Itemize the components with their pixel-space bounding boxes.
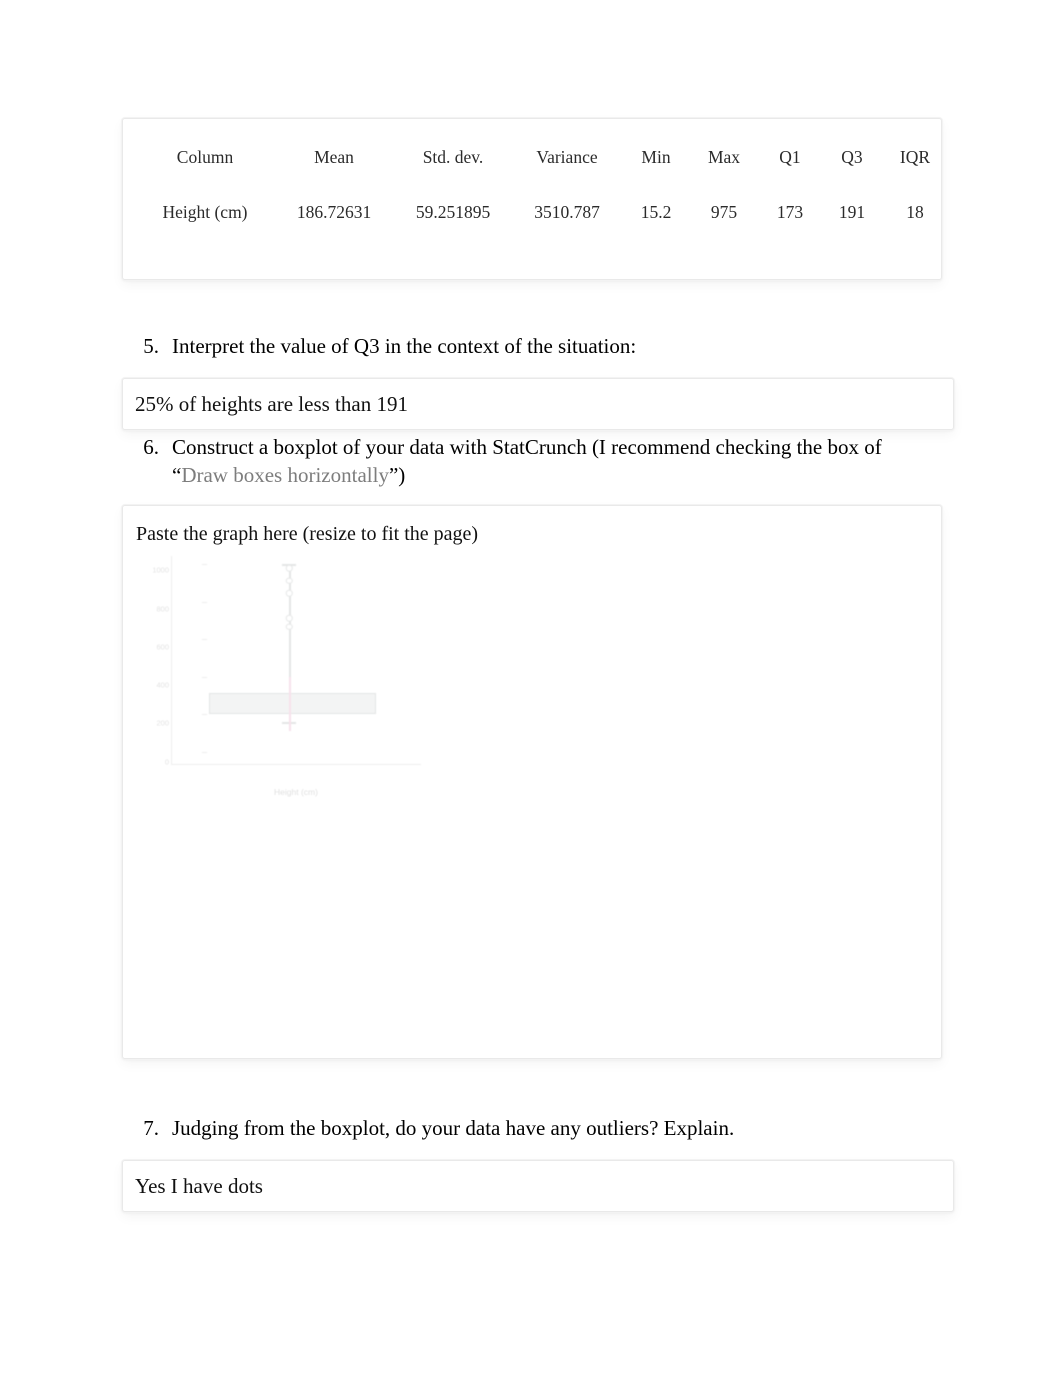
- question-7: 7. Judging from the boxplot, do your dat…: [125, 1114, 925, 1142]
- boxplot-chart: 1000 800 600 400 200 0 Height (cm): [137, 550, 427, 805]
- boxplot-outlier-point: [285, 623, 293, 630]
- cell-q3: 191: [838, 202, 866, 222]
- question-7-number: 7.: [143, 1116, 159, 1140]
- cell-mean: 186.72631: [296, 202, 372, 222]
- boxplot-plot-area: [171, 556, 421, 765]
- y-tick-mark: [202, 601, 207, 603]
- y-axis-tick-label: 800: [156, 604, 169, 614]
- answer-field-question-5[interactable]: 25% of heights are less than 191: [122, 378, 954, 430]
- question-6-text: Construct a boxplot of your data with St…: [172, 433, 925, 489]
- y-tick-mark: [202, 639, 207, 641]
- document-page: Column Mean Std. dev. Variance Min Max Q…: [0, 0, 1062, 1376]
- column-header-column: Column: [176, 147, 234, 167]
- column-header-std-dev: Std. dev.: [422, 147, 484, 167]
- y-axis-tick-label: 1000: [152, 565, 169, 575]
- boxplot-outlier-point: [285, 590, 293, 597]
- cell-max: 975: [710, 202, 738, 222]
- graph-prompt-label: Paste the graph here (resize to fit the …: [136, 523, 479, 545]
- answer-5-text: 25% of heights are less than 191: [135, 392, 408, 416]
- question-6-option-label: Draw boxes horizontally: [181, 463, 389, 487]
- column-header-min: Min: [641, 147, 671, 167]
- boxplot-median-line: [289, 676, 292, 731]
- boxplot-box: [209, 693, 376, 714]
- y-tick-mark: [202, 676, 207, 678]
- answer-field-question-7[interactable]: Yes I have dots: [122, 1160, 954, 1212]
- graph-paste-container[interactable]: Paste the graph here (resize to fit the …: [122, 505, 942, 1059]
- summary-statistics-container[interactable]: Column Mean Std. dev. Variance Min Max Q…: [122, 118, 942, 280]
- question-5-number: 5.: [143, 334, 159, 358]
- y-tick-mark: [202, 751, 207, 753]
- y-axis-tick-label: 600: [156, 642, 169, 652]
- column-header-iqr: IQR: [899, 147, 931, 167]
- cell-column: Height (cm): [162, 202, 248, 222]
- cell-min: 15.2: [640, 202, 672, 222]
- answer-7-text: Yes I have dots: [135, 1174, 263, 1198]
- question-7-text: Judging from the boxplot, do your data h…: [172, 1116, 735, 1140]
- question-6: 6. Construct a boxplot of your data with…: [125, 433, 925, 489]
- boxplot-outlier-point: [285, 565, 293, 572]
- y-axis-tick-label: 400: [156, 680, 169, 690]
- cell-std-dev: 59.251895: [415, 202, 491, 222]
- boxplot-outlier-point: [285, 577, 293, 585]
- cell-variance: 3510.787: [534, 202, 600, 222]
- boxplot-outlier-point: [285, 615, 293, 622]
- column-header-variance: Variance: [536, 147, 598, 167]
- y-tick-mark: [202, 714, 207, 716]
- y-axis-tick-label: 200: [156, 718, 169, 728]
- question-6-text-after: ”): [388, 463, 406, 487]
- cell-q1: 173: [776, 202, 804, 222]
- cell-iqr: 18: [906, 202, 924, 222]
- column-header-q3: Q3: [841, 147, 863, 167]
- table-row: Height (cm) 186.72631 59.251895 3510.787…: [137, 188, 947, 233]
- table-header-row: Column Mean Std. dev. Variance Min Max Q…: [137, 141, 947, 188]
- question-5: 5. Interpret the value of Q3 in the cont…: [125, 332, 925, 360]
- x-axis-label: Height (cm): [274, 787, 318, 797]
- y-axis-tick-label: 0: [164, 757, 169, 767]
- question-6-number: 6.: [143, 435, 159, 459]
- y-tick-mark: [202, 564, 207, 566]
- question-5-text: Interpret the value of Q3 in the context…: [172, 334, 637, 358]
- column-header-q1: Q1: [779, 147, 801, 167]
- column-header-mean: Mean: [314, 147, 354, 167]
- column-header-max: Max: [707, 147, 741, 167]
- summary-statistics-table[interactable]: Column Mean Std. dev. Variance Min Max Q…: [137, 141, 947, 233]
